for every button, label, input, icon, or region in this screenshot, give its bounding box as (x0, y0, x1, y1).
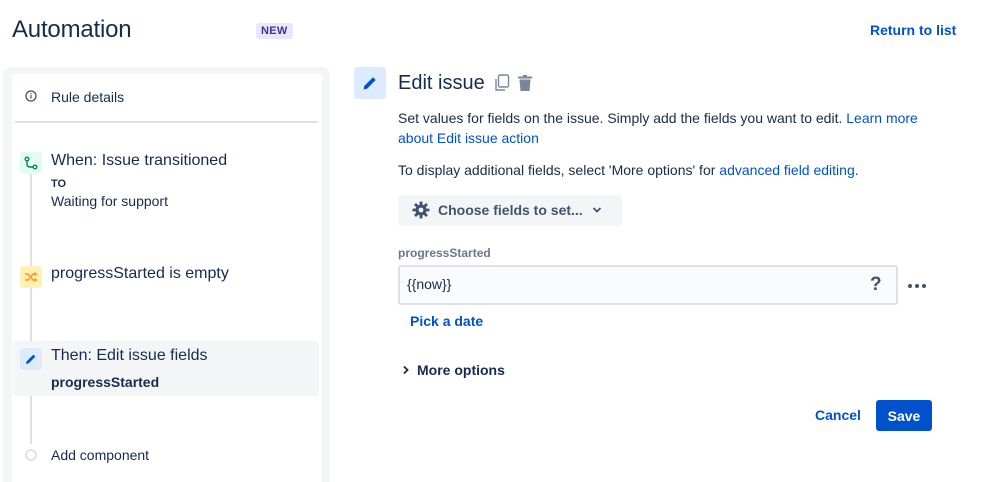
rule-details-label: Rule details (51, 89, 125, 105)
new-badge: NEW (256, 23, 293, 39)
rule-component-list: Rule details When: Issue transitioned TO… (12, 74, 322, 482)
trash-icon[interactable] (516, 74, 534, 92)
condition-icon (20, 266, 42, 288)
advanced-field-editing-link[interactable]: advanced field editing. (719, 162, 858, 178)
advanced-hint-text: To display additional fields, select 'Mo… (398, 162, 720, 178)
action-title: Then: Edit issue fields (51, 347, 208, 364)
add-component-label: Add component (51, 447, 150, 463)
field-label: progressStarted (398, 246, 491, 260)
chevron-right-icon (403, 365, 409, 375)
pencil-icon (20, 348, 42, 370)
action-component[interactable]: Then: Edit issue fields progressStarted (13, 341, 319, 396)
action-field: progressStarted (51, 374, 160, 390)
progress-started-input[interactable]: {{now}} ? (398, 265, 898, 305)
gear-icon (412, 201, 430, 219)
more-icon[interactable] (905, 276, 929, 296)
chevron-down-icon (592, 207, 602, 213)
field-value: {{now}} (407, 276, 452, 292)
save-button[interactable]: Save (876, 400, 932, 431)
choose-fields-button[interactable]: Choose fields to set... (398, 195, 622, 226)
page-title: Automation (12, 16, 132, 43)
condition-title: progressStarted is empty (51, 265, 229, 282)
return-to-list-link[interactable]: Return to list (870, 22, 956, 38)
rule-details-item[interactable]: Rule details (12, 74, 322, 122)
panel-description: Set values for fields on the issue. Simp… (398, 108, 918, 148)
divider (15, 121, 318, 123)
rule-sidebar: Rule details When: Issue transitioned TO… (3, 67, 330, 482)
help-icon[interactable]: ? (870, 274, 882, 296)
pick-a-date-link[interactable]: Pick a date (410, 313, 483, 329)
choose-fields-label: Choose fields to set... (438, 202, 583, 218)
trigger-to-label: TO (51, 178, 67, 190)
trigger-title: When: Issue transitioned (51, 152, 228, 169)
advanced-editing-hint: To display additional fields, select 'Mo… (398, 160, 859, 180)
trigger-icon (20, 152, 42, 174)
edit-issue-pencil-icon (354, 67, 386, 99)
trigger-status-value: Waiting for support (51, 193, 168, 209)
description-text: Set values for fields on the issue. Simp… (398, 110, 847, 126)
panel-title: Edit issue (398, 72, 485, 94)
add-component-circle-icon (25, 449, 37, 461)
more-options-toggle[interactable]: More options (398, 360, 505, 380)
add-component-item[interactable]: Add component (12, 444, 318, 474)
info-icon (25, 90, 37, 102)
trigger-component[interactable]: When: Issue transitioned TO Waiting for … (12, 144, 318, 214)
cancel-button[interactable]: Cancel (808, 400, 868, 430)
copy-icon[interactable] (494, 74, 510, 92)
condition-component[interactable]: progressStarted is empty (12, 260, 318, 300)
more-options-label: More options (417, 362, 505, 378)
